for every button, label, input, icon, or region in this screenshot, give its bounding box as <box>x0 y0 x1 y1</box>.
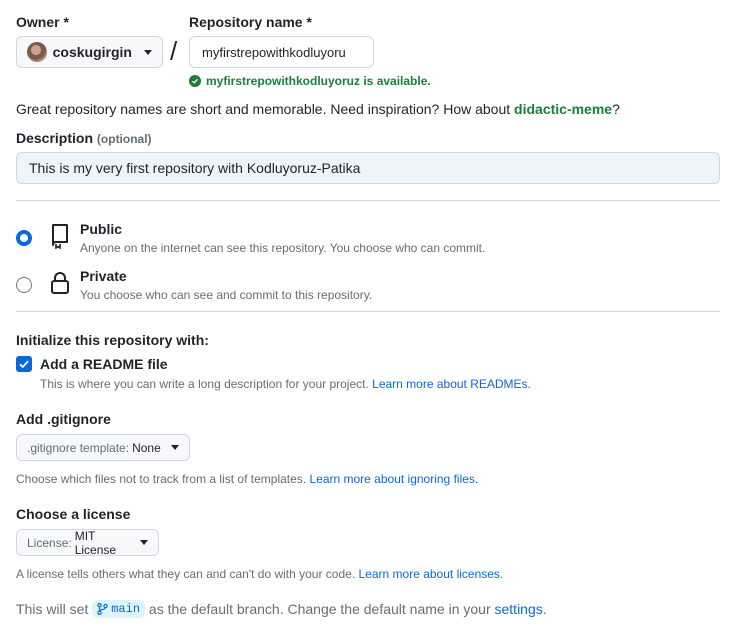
git-branch-icon <box>97 603 108 615</box>
divider <box>16 311 720 312</box>
license-button-prefix: License: <box>27 535 72 550</box>
public-desc: Anyone on the internet can see this repo… <box>80 241 486 255</box>
branch-middle: as the default branch. Change the defaul… <box>145 601 495 617</box>
owner-label: Owner * <box>16 14 69 30</box>
chevron-down-icon <box>170 445 179 450</box>
repo-icon <box>50 223 70 254</box>
divider <box>16 200 720 201</box>
branch-name: main <box>111 602 141 616</box>
public-title: Public <box>80 221 123 237</box>
readme-checkbox[interactable] <box>16 356 32 372</box>
branch-suffix: . <box>542 601 547 617</box>
gitignore-desc: Choose which files not to track from a l… <box>16 472 310 486</box>
settings-link[interactable]: settings <box>495 601 543 617</box>
gitignore-learn-more-link[interactable]: Learn more about ignoring files. <box>309 472 478 486</box>
public-radio[interactable] <box>16 230 32 246</box>
license-learn-more-link[interactable]: Learn more about licenses. <box>359 567 504 581</box>
gitignore-desc-row: Choose which files not to track from a l… <box>16 472 478 486</box>
private-radio[interactable] <box>16 277 32 293</box>
license-desc-row: A license tells others what they can and… <box>16 567 503 581</box>
default-branch-row: This will set main as the default branch… <box>16 600 547 618</box>
branch-badge: main <box>92 600 146 618</box>
owner-value: coskugirgin <box>52 44 132 60</box>
initialize-heading: Initialize this repository with: <box>16 332 209 348</box>
inspiration-line: Great repository names are short and mem… <box>16 101 620 117</box>
gitignore-button-prefix: .gitignore template: <box>27 440 130 455</box>
chevron-down-icon <box>140 540 148 545</box>
description-input[interactable]: This is my very first repository with Ko… <box>16 152 720 184</box>
owner-repo-separator: / <box>170 36 178 66</box>
owner-dropdown[interactable]: coskugirgin <box>16 36 163 68</box>
check-circle-icon <box>189 75 201 87</box>
inspiration-text: Great repository names are short and mem… <box>16 101 515 117</box>
readme-label[interactable]: Add a README file <box>40 356 168 372</box>
private-desc: You choose who can see and commit to thi… <box>80 288 373 302</box>
branch-prefix: This will set <box>16 601 93 617</box>
description-optional: (optional) <box>96 132 152 146</box>
lock-icon <box>50 270 70 301</box>
readme-desc-row: This is where you can write a long descr… <box>40 377 531 391</box>
description-label: Description <box>16 130 94 146</box>
readme-learn-more-link[interactable]: Learn more about READMEs. <box>372 377 531 391</box>
license-button-value: MIT License <box>74 528 117 557</box>
check-icon <box>19 360 29 369</box>
avatar <box>27 42 47 62</box>
license-dropdown[interactable]: License: MIT License <box>16 528 159 557</box>
repo-name-label: Repository name * <box>189 14 312 30</box>
description-label-row: Description (optional) <box>16 130 152 146</box>
gitignore-heading: Add .gitignore <box>16 411 111 427</box>
availability-text: myfirstrepowithkodluyoruz is available. <box>206 74 431 88</box>
license-desc: A license tells others what they can and… <box>16 567 359 581</box>
inspiration-suffix: ? <box>612 101 620 117</box>
repo-name-input[interactable]: myfirstrepowithkodluyoru <box>189 36 374 68</box>
availability-message: myfirstrepowithkodluyoruz is available. <box>189 74 431 88</box>
suggestion-link[interactable]: didactic-meme <box>514 101 612 117</box>
chevron-down-icon <box>144 49 152 55</box>
license-heading: Choose a license <box>16 506 131 522</box>
gitignore-button-value: None <box>132 440 161 455</box>
gitignore-dropdown[interactable]: .gitignore template: None <box>16 434 190 461</box>
readme-desc: This is where you can write a long descr… <box>40 377 373 391</box>
private-title: Private <box>80 268 127 284</box>
